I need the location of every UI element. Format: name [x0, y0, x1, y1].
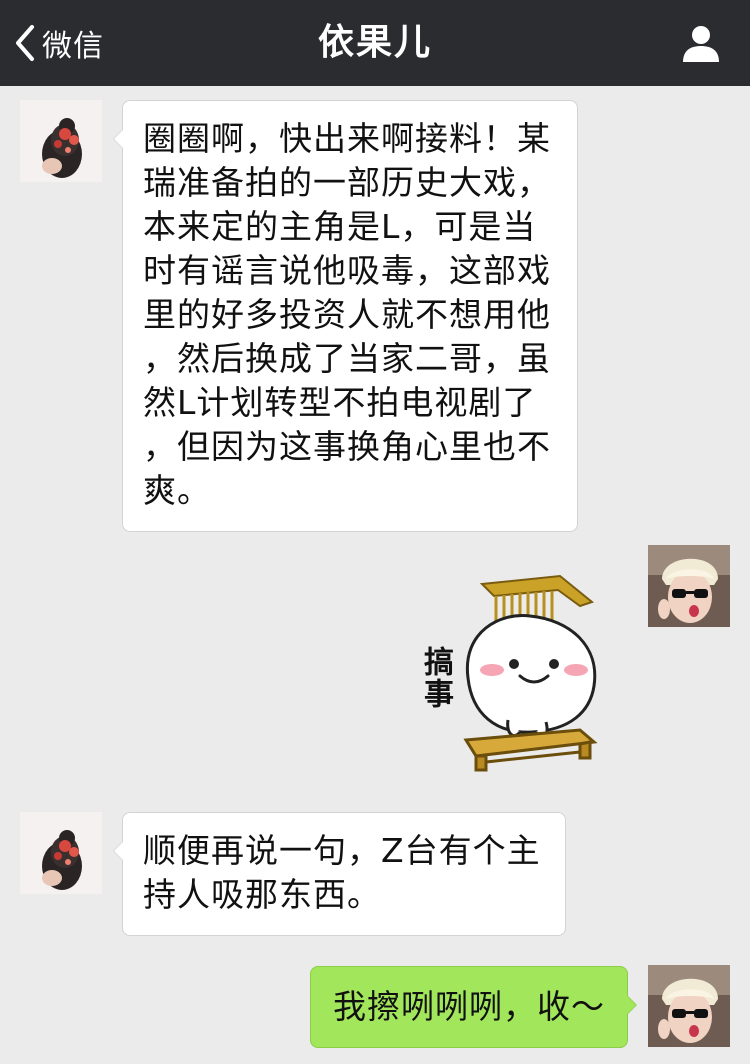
message-text: 顺便再说一句，Z台有个主 持人吸那东西。 [143, 831, 541, 914]
navigation-bar: 微信 依果儿 [0, 0, 750, 86]
incoming-message-bubble[interactable]: 顺便再说一句，Z台有个主 持人吸那东西。 [113, 812, 566, 936]
sticker-caption: 搞事 [418, 646, 453, 710]
contact-avatar[interactable] [20, 812, 102, 894]
my-avatar[interactable] [648, 545, 730, 627]
message-text: 我擦咧咧咧，收～ [333, 987, 605, 1026]
my-avatar[interactable] [648, 965, 730, 1047]
bubble-tail [113, 129, 123, 149]
chat-screen: 微信 依果儿 圈圈啊，快出来啊接料！某 瑞准备拍的一部历史大戏， 本来定的主角是… [0, 0, 750, 1064]
profile-button[interactable] [680, 22, 722, 64]
contact-avatar[interactable] [20, 100, 102, 182]
bubble-tail [113, 841, 123, 861]
person-icon [680, 26, 722, 68]
chat-title: 依果儿 [317, 22, 432, 63]
incoming-message-bubble[interactable]: 圈圈啊，快出来啊接料！某 瑞准备拍的一部历史大戏， 本来定的主角是L，可是当 时… [113, 100, 578, 532]
outgoing-message-bubble[interactable]: 我擦咧咧咧，收～ [310, 966, 637, 1048]
message-text: 圈圈啊，快出来啊接料！某 瑞准备拍的一部历史大戏， 本来定的主角是L，可是当 时… [143, 119, 551, 510]
sticker-message[interactable]: 搞事 [410, 562, 620, 782]
bubble-tail [627, 995, 637, 1015]
